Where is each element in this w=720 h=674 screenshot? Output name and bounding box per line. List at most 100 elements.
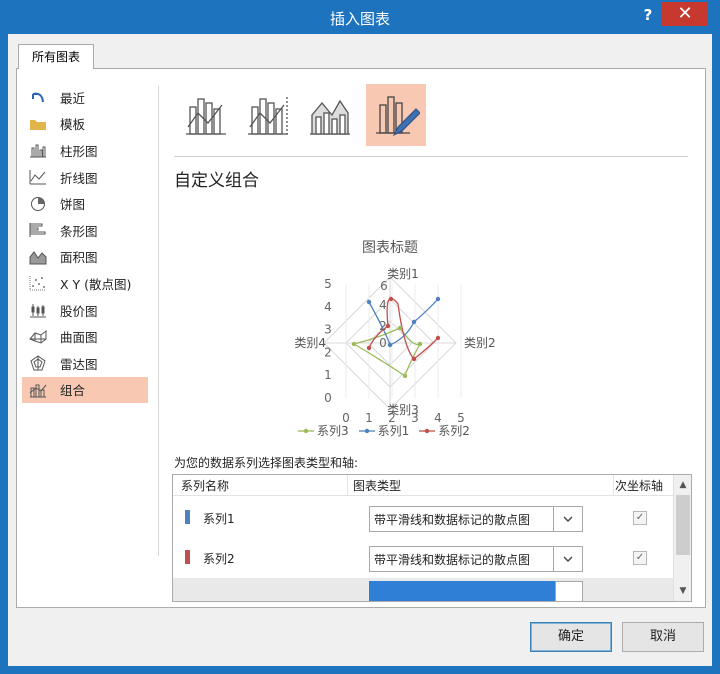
nav-item[interactable]: 折线图 [22, 164, 148, 191]
header-divider [613, 475, 614, 495]
chart-type-value: 带平滑线和数据标记的散点图 [374, 513, 531, 527]
data-point [402, 373, 408, 379]
custom-combo-icon[interactable] [366, 84, 426, 146]
chevron-down-icon[interactable] [555, 581, 583, 601]
legend-label: 系列3 [317, 424, 349, 438]
area-chart-icon [28, 248, 48, 266]
recent-icon [28, 88, 48, 106]
scroll-thumb[interactable] [676, 495, 690, 555]
series-name: 系列1 [203, 512, 235, 526]
data-point [387, 342, 393, 348]
clustered-column-line-icon[interactable] [176, 84, 236, 146]
chart-type-value: 带平滑线和数据标记的散点图 [374, 553, 531, 567]
scroll-up-icon[interactable]: ▲ [676, 477, 690, 493]
nav-item-label: 条形图 [60, 223, 98, 239]
chevron-down-icon[interactable] [553, 547, 582, 571]
scroll-down-icon[interactable]: ▼ [676, 583, 690, 599]
header-divider [347, 475, 348, 495]
y-tick-label: 0 [324, 391, 332, 405]
legend-marker [298, 428, 314, 433]
chevron-down-icon[interactable] [553, 507, 582, 531]
nav-item-label: 雷达图 [60, 356, 98, 372]
insert-chart-dialog: 插入图表 ? ✕ 所有图表 最近模板 柱形图折线图饼图条形图面积图 X Y (散点图… [0, 0, 720, 674]
category-label: 类别1 [387, 267, 419, 281]
secondary-axis-checkbox[interactable]: ✓ [633, 511, 647, 525]
radar-tick-label: 2 [379, 319, 387, 333]
radar-chart-icon [28, 354, 48, 372]
legend-entry: 系列3 [298, 422, 349, 439]
legend-entry: 系列2 [419, 422, 470, 439]
header-chart-type: 图表类型 [353, 479, 402, 493]
close-button[interactable]: ✕ [662, 2, 708, 26]
nav-item[interactable]: 柱形图 [22, 137, 148, 164]
data-point [397, 325, 403, 331]
chart-category-list: 最近模板 柱形图折线图饼图条形图面积图 X Y (散点图) 股价图 曲面图雷达图组合 [22, 84, 148, 404]
chart-type-select-selected[interactable] [369, 581, 555, 601]
radar-tick-label: 0 [379, 336, 387, 350]
series-color-swatch [185, 510, 190, 524]
data-point [411, 356, 417, 362]
y-tick-label: 1 [324, 368, 332, 382]
column-chart-icon [28, 141, 48, 159]
nav-item[interactable]: 模板 [22, 111, 148, 138]
table-row: 系列1 带平滑线和数据标记的散点图 ✓ [173, 499, 673, 539]
grid-scrollbar[interactable]: ▲ ▼ [673, 475, 691, 601]
scatter-chart-icon [28, 274, 48, 292]
header-secondary-axis: 次坐标轴 [615, 479, 664, 493]
stock-chart-icon [28, 301, 48, 319]
pie-chart-icon [28, 195, 48, 213]
table-row: 系列2 带平滑线和数据标记的散点图 ✓ [173, 539, 673, 579]
nav-item[interactable]: 组合 [22, 376, 148, 404]
header-series-name: 系列名称 [181, 479, 230, 493]
secondary-axis-checkbox[interactable]: ✓ [633, 551, 647, 565]
data-point [351, 341, 357, 347]
legend-label: 系列1 [377, 424, 410, 438]
nav-item[interactable]: 面积图 [22, 244, 148, 271]
data-point [411, 319, 417, 325]
chart-type-select[interactable]: 带平滑线和数据标记的散点图 [369, 506, 583, 532]
nav-divider [158, 86, 159, 556]
series-grid: 系列名称 图表类型 次坐标轴 系列1 带平滑线和数据标记的散点图 ✓ 系列2 带… [172, 474, 692, 602]
category-label: 类别4 [294, 336, 326, 350]
nav-item[interactable]: 股价图 [22, 297, 148, 324]
nav-item-label: 饼图 [60, 197, 86, 213]
data-point [435, 296, 441, 302]
legend-label: 系列2 [438, 424, 470, 438]
chart-type-select[interactable]: 带平滑线和数据标记的散点图 [369, 546, 583, 572]
chart-legend: 系列3 系列1 系列2 [298, 422, 470, 439]
help-button[interactable]: ? [638, 6, 658, 26]
radar-tick-label: 4 [379, 298, 387, 312]
cancel-button[interactable]: 取消 [622, 622, 704, 652]
title-bar: 插入图表 ? ✕ [0, 0, 720, 34]
data-point [366, 345, 372, 351]
tab-all-charts[interactable]: 所有图表 [18, 44, 94, 69]
nav-item[interactable]: 曲面图 [22, 323, 148, 350]
stacked-area-column-icon[interactable] [300, 84, 360, 146]
y-tick-label: 3 [324, 323, 332, 337]
data-point [366, 299, 372, 305]
nav-item-label: 折线图 [60, 170, 98, 186]
data-point [385, 323, 391, 329]
series-name: 系列2 [203, 552, 235, 566]
nav-item[interactable]: X Y (散点图) [22, 270, 148, 297]
nav-item[interactable]: 最近 [22, 84, 148, 111]
category-label: 类别3 [387, 403, 419, 417]
data-point [388, 296, 394, 302]
nav-item-label: 最近 [60, 90, 86, 106]
dialog-title: 插入图表 [329, 10, 390, 28]
nav-item[interactable]: 雷达图 [22, 350, 148, 377]
series-color-swatch [185, 550, 190, 564]
column-line-secondary-axis-icon[interactable] [238, 84, 298, 146]
legend-marker [358, 428, 375, 433]
nav-item-label: X Y (散点图) [60, 276, 132, 292]
nav-item[interactable]: 饼图 [22, 190, 148, 217]
icons-divider [174, 156, 688, 157]
chart-preview: 图表标题0 1 2 3 4 50123450246类别1类别2类别3类别4 [294, 240, 495, 425]
nav-item[interactable]: 条形图 [22, 217, 148, 244]
folder-icon [28, 115, 48, 133]
data-point [417, 341, 423, 347]
series-prompt: 为您的数据系列选择图表类型和轴: [174, 456, 359, 470]
combo-chart-icon [28, 381, 48, 399]
dialog-client: 所有图表 最近模板 柱形图折线图饼图条形图面积图 X Y (散点图) 股价图 曲面图雷达… [8, 34, 712, 666]
ok-button[interactable]: 确定 [530, 622, 612, 652]
